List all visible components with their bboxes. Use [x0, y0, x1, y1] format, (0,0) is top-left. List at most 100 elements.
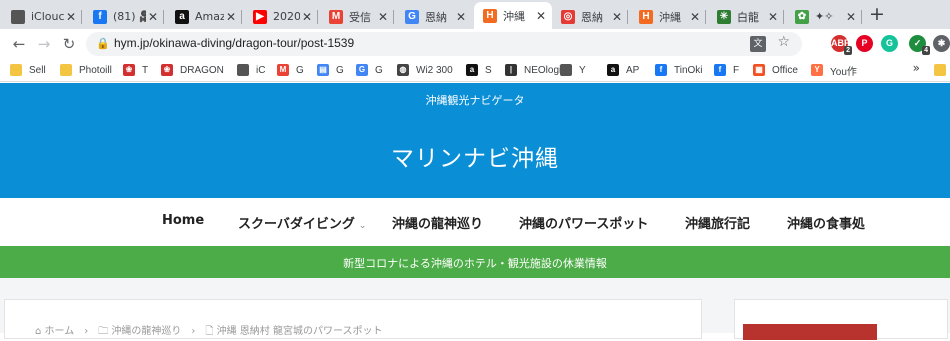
close-tab-icon[interactable]: ✕	[610, 10, 624, 24]
bookmark-item[interactable]: a AP	[607, 62, 639, 78]
breadcrumb[interactable]: ⌂ ホーム › 🗀 沖縄の龍神巡り › 🗋 沖縄 恩納村 龍宮城のパワースポット	[35, 322, 382, 341]
bookmark-item[interactable]: aS	[466, 62, 492, 78]
bookmark-item[interactable]: ▦ Office	[753, 62, 798, 78]
sidebar-widget	[734, 299, 948, 340]
bookmarks-overflow-icon[interactable]: »	[913, 61, 920, 75]
extension-badge: 2	[844, 46, 852, 55]
facebook-icon: f	[714, 64, 726, 76]
h-brand-icon: H	[483, 8, 497, 23]
sidebar-image[interactable]	[743, 324, 877, 340]
nav-item[interactable]: 沖縄の龍神巡り	[392, 213, 483, 232]
globe-icon: ◍	[397, 64, 409, 76]
nav-item[interactable]: スクーバダイビング ⌄	[238, 213, 366, 232]
close-tab-icon[interactable]: ✕	[300, 10, 314, 24]
bookmark-item[interactable]: ▤ G	[317, 62, 344, 78]
new-tab-button[interactable]: +	[868, 4, 886, 24]
bookmark-item[interactable]: Y You作	[811, 62, 857, 78]
translate-icon[interactable]: 文	[750, 36, 766, 52]
bookmark-item[interactable]: ◍ Wi2 300	[397, 62, 453, 78]
paw-icon: ❀	[123, 64, 135, 76]
other-bookmarks-folder-icon[interactable]	[934, 62, 950, 78]
close-tab-icon[interactable]: ✕	[766, 10, 780, 24]
bookmark-item[interactable]: fF	[714, 62, 739, 78]
bookmark-label: TinOki	[674, 64, 703, 76]
bookmark-label: G	[296, 64, 304, 76]
browser-tab[interactable]: H 沖縄 ✕	[630, 4, 706, 29]
bookmark-item[interactable]: MG	[277, 62, 304, 78]
extension-label: ✓	[913, 38, 922, 48]
main-nav: Home スクーバダイビング ⌄ 沖縄の龍神巡り 沖縄のパワースポット 沖縄旅行記 沖縄の食…	[0, 198, 950, 246]
bookmark-label: G	[336, 64, 344, 76]
browser-tab[interactable]: ✳ 白龍 ✕	[708, 4, 784, 29]
tab-title: iClouc	[31, 10, 64, 23]
nav-item-label: 沖縄旅行記	[685, 217, 751, 232]
reload-button[interactable]: ↻	[58, 33, 80, 55]
address-bar[interactable]: 🔒 hym.jp/okinawa-diving/dragon-tour/post…	[86, 32, 802, 56]
nav-item[interactable]: Home	[162, 213, 204, 228]
url-text[interactable]: hym.jp/okinawa-diving/dragon-tour/post-1…	[114, 36, 354, 50]
gmail-icon: M	[329, 9, 343, 24]
shield-ext-icon[interactable]: ✓ 4	[909, 35, 930, 55]
gmail-icon: M	[277, 64, 289, 76]
chevron-down-icon[interactable]: ⌄	[359, 221, 367, 231]
browser-tab[interactable]: f (81) 🎥 ✕	[84, 4, 164, 29]
bars-icon: |	[505, 64, 517, 76]
browser-tab[interactable]: ✿ ✦✧ ✕	[786, 4, 862, 29]
back-button[interactable]: ←	[8, 33, 30, 55]
bookmarks-bar: Sell Photoill ❀ T ❀ DRAGON iC M G ▤ G G G ◍ Wi2 300 a S |…	[0, 58, 950, 82]
bookmark-item[interactable]: Sell	[10, 62, 46, 78]
browser-tab[interactable]: iClouc ✕	[2, 4, 82, 29]
bookmark-item[interactable]: ❀ DRAGON	[161, 62, 224, 78]
close-tab-icon[interactable]: ✕	[454, 10, 468, 24]
adblock-icon[interactable]: ABP 2	[831, 35, 852, 55]
bookmark-item[interactable]: f TinOki	[655, 62, 703, 78]
browser-tab[interactable]: M 受信 ✕	[320, 4, 394, 29]
bookmark-label: NEOlogi	[524, 64, 562, 76]
amazon-icon: a	[607, 64, 619, 76]
amazon-icon: a	[175, 9, 189, 24]
bookmark-item[interactable]: ❀ T	[123, 62, 148, 78]
close-tab-icon[interactable]: ✕	[534, 9, 548, 23]
amazon-icon: a	[466, 64, 478, 76]
bookmark-item[interactable]: Y	[560, 62, 586, 78]
y-icon: Y	[811, 64, 823, 76]
paw-icon: ❀	[161, 64, 173, 76]
close-tab-icon[interactable]: ✕	[844, 10, 858, 24]
tab-title: 受信	[349, 10, 371, 24]
browser-tab[interactable]: H 沖縄 ✕	[474, 2, 552, 29]
bookmark-star-icon[interactable]: ☆	[777, 34, 790, 50]
grammarly-icon[interactable]: G	[881, 35, 898, 52]
bookmark-label: Photoill	[79, 64, 112, 76]
close-tab-icon[interactable]: ✕	[688, 10, 702, 24]
bookmark-label: F	[733, 64, 740, 76]
browser-tab[interactable]: G 恩納 ✕	[396, 4, 472, 29]
h-brand-icon: H	[639, 9, 653, 24]
lock-icon[interactable]: 🔒	[96, 37, 110, 50]
notice-link[interactable]: 新型コロナによる沖縄のホテル・観光施設の休業情報	[0, 255, 950, 271]
browser-tab[interactable]: a Amaz ✕	[166, 4, 242, 29]
extension-label: ✱	[937, 38, 946, 48]
bookmark-item[interactable]: | NEOlogi	[505, 62, 561, 78]
bookmark-item[interactable]: GG	[356, 62, 383, 78]
tab-title: (81) 🎥	[113, 10, 146, 23]
close-tab-icon[interactable]: ✕	[146, 10, 160, 24]
docs-icon: ▤	[317, 64, 329, 76]
forward-button[interactable]: →	[33, 33, 55, 55]
close-tab-icon[interactable]: ✕	[64, 10, 78, 24]
nav-item[interactable]: 沖縄旅行記	[685, 213, 750, 232]
content-area: ⌂ ホーム › 🗀 沖縄の龍神巡り › 🗋 沖縄 恩納村 龍宮城のパワースポット	[0, 278, 950, 340]
browser-tab[interactable]: ▶ 2020 ✕	[244, 4, 318, 29]
puzzle-icon[interactable]: ✱	[933, 35, 950, 52]
close-tab-icon[interactable]: ✕	[224, 10, 238, 24]
notice-bar: 新型コロナによる沖縄のホテル・観光施設の休業情報	[0, 246, 950, 278]
bookmark-item[interactable]: iC	[237, 62, 265, 78]
nav-item[interactable]: 沖縄の食事処	[787, 213, 865, 232]
nav-item[interactable]: 沖縄のパワースポット	[519, 213, 648, 232]
tab-title: Amaz	[195, 10, 224, 23]
close-tab-icon[interactable]: ✕	[376, 10, 390, 24]
youtube-icon: ▶	[253, 9, 267, 24]
site-title[interactable]: マリンナビ沖縄	[0, 139, 950, 173]
pinterest-icon[interactable]: P	[856, 35, 873, 52]
browser-tab[interactable]: ◎ 恩納 ✕	[552, 4, 628, 29]
bookmark-item[interactable]: Photoill	[60, 62, 112, 78]
